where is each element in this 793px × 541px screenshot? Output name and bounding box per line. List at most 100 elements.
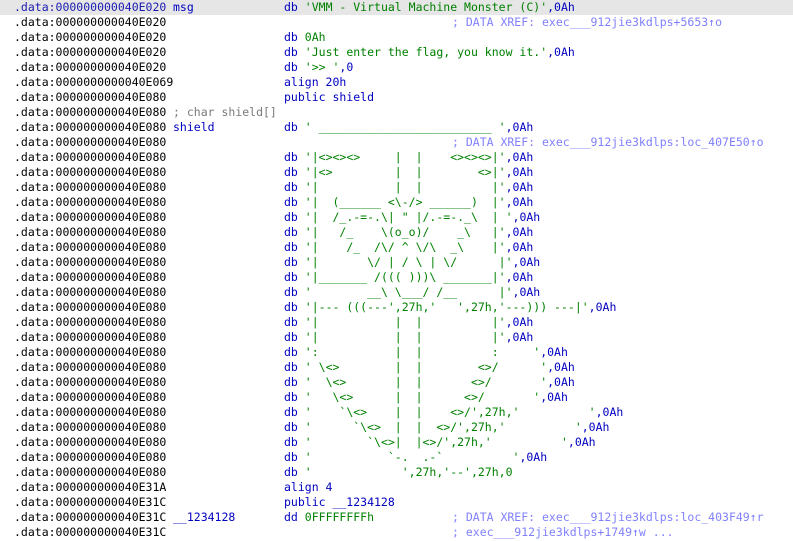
listing-row[interactable]: .data:000000000040E080 db ' `\<> | | <>/'… — [0, 405, 793, 420]
listing-row[interactable]: .data:000000000040E080 db '|<><><> | | <>… — [0, 150, 793, 165]
address[interactable]: .data:000000000040E080 — [14, 375, 166, 390]
instruction[interactable]: db ' \<> | | <>/ ',0Ah — [284, 375, 575, 390]
address[interactable]: .data:000000000040E080 — [14, 150, 166, 165]
instruction[interactable]: db 'Just enter the flag, you know it.',0… — [284, 45, 575, 60]
xref-comment[interactable]: ; DATA XREF: exec___912jie3kdlps:loc_407… — [452, 135, 764, 150]
listing-row[interactable]: .data:000000000040E080 db ' \<> | | <>/ '… — [0, 360, 793, 375]
listing-row[interactable]: .data:000000000040E080 db ' ',27h,'--',27… — [0, 465, 793, 480]
instruction[interactable]: align 20h — [284, 75, 346, 90]
address[interactable]: .data:000000000040E31C — [14, 495, 166, 510]
xref-comment[interactable]: ; exec___912jie3kdlps+1749↑w ... — [452, 525, 674, 540]
address[interactable]: .data:0000000000040E069 — [14, 75, 173, 90]
address[interactable]: .data:000000000040E31C — [14, 510, 166, 525]
instruction[interactable]: db '| | | |',0Ah — [284, 180, 533, 195]
listing-row[interactable]: .data:000000000040E020 db '>> ',0 — [0, 60, 793, 75]
address[interactable]: .data:000000000040E080 — [14, 120, 166, 135]
listing-row[interactable]: .data:000000000040E080 shield db ' _______… — [0, 120, 793, 135]
address[interactable]: .data:000000000040E020 — [14, 30, 166, 45]
listing-row[interactable]: .data:000000000040E31C ; exec___912jie3kd… — [0, 525, 793, 540]
listing-row[interactable]: .data:0000000000040E069 align 20h — [0, 75, 793, 90]
listing-row[interactable]: .data:000000000040E080 db '| | | |',0Ah — [0, 180, 793, 195]
address[interactable]: .data:000000000040E080 — [14, 420, 166, 435]
listing-row[interactable]: .data:000000000040E080 db '| | | |',0Ah — [0, 330, 793, 345]
listing-row[interactable]: .data:000000000040E080 public shield — [0, 90, 793, 105]
address[interactable]: .data:000000000040E080 — [14, 135, 166, 150]
instruction[interactable]: db ' \<> | | <>/ ',0Ah — [284, 360, 575, 375]
instruction[interactable]: db '| | | |',0Ah — [284, 315, 533, 330]
instruction[interactable]: db '|--- (((---',27h,' ',27h,'---))) ---… — [284, 300, 616, 315]
address[interactable]: .data:000000000040E080 — [14, 240, 166, 255]
instruction[interactable]: db ' _________________________ ',0Ah — [284, 120, 533, 135]
instruction[interactable]: db '>> ',0 — [284, 60, 353, 75]
listing-row[interactable]: .data:000000000040E080 db '| /_ /\/ ^ \/\… — [0, 240, 793, 255]
listing-row[interactable]: .data:000000000040E080 ; DATA XREF: exec_… — [0, 135, 793, 150]
address[interactable]: .data:000000000040E080 — [14, 195, 166, 210]
instruction[interactable]: public __1234128 — [284, 495, 395, 510]
listing-row[interactable]: .data:000000000040E020 ; DATA XREF: exec_… — [0, 15, 793, 30]
listing-row[interactable]: .data:000000000040E31C public __1234128 — [0, 495, 793, 510]
xref-comment[interactable]: ; DATA XREF: exec___912jie3kdlps:loc_403… — [452, 510, 764, 525]
listing-row[interactable]: .data:000000000040E080 db '|<> | | <>|',0… — [0, 165, 793, 180]
address[interactable]: .data:000000000040E080 — [14, 105, 166, 120]
listing-row[interactable]: .data:000000000040E080 db '| (______ <\-/… — [0, 195, 793, 210]
address[interactable]: .data:000000000040E080 — [14, 345, 166, 360]
instruction[interactable]: db ' ',27h,'--',27h,0 — [284, 465, 513, 480]
symbol-label[interactable]: msg — [173, 0, 194, 15]
address[interactable]: .data:000000000040E020 — [14, 15, 166, 30]
instruction[interactable]: db '| /_ \(o_o)/ _\ |',0Ah — [284, 225, 533, 240]
listing-row[interactable]: .data:000000000040E080 db '| /_.-=-.\| " … — [0, 210, 793, 225]
listing-row[interactable]: .data:000000000040E080 db ' `\<>| |<>/',2… — [0, 435, 793, 450]
listing-row[interactable]: .data:000000000040E080 db ' \<> | | <>/ '… — [0, 375, 793, 390]
listing-row[interactable]: .data:000000000040E080 db '| \/ | / \ | \… — [0, 255, 793, 270]
listing-row[interactable]: .data:000000000040E080 db ' \<> | | <>/ '… — [0, 390, 793, 405]
instruction[interactable]: db '| (______ <\-/> ______) |',0Ah — [284, 195, 533, 210]
instruction[interactable]: db ' __\ \___/ /__ |',0Ah — [284, 285, 540, 300]
listing-row[interactable]: .data:000000000040E080 db ' `-. .-` ',0Ah — [0, 450, 793, 465]
instruction[interactable]: align 4 — [284, 480, 332, 495]
listing-row[interactable]: .data:000000000040E080 db ' `\<> | | <>/'… — [0, 420, 793, 435]
address[interactable]: .data:000000000040E080 — [14, 255, 166, 270]
listing-row[interactable]: .data:000000000040E080 db '| | | |',0Ah — [0, 315, 793, 330]
address[interactable]: .data:000000000040E080 — [14, 165, 166, 180]
instruction[interactable]: db '| | | |',0Ah — [284, 330, 533, 345]
instruction[interactable]: db ': | | : ',0Ah — [284, 345, 568, 360]
address[interactable]: .data:000000000040E080 — [14, 210, 166, 225]
address[interactable]: .data:000000000040E080 — [14, 330, 166, 345]
address[interactable]: .data:000000000040E080 — [14, 90, 166, 105]
address[interactable]: .data:000000000040E080 — [14, 360, 166, 375]
listing-row[interactable]: .data:000000000040E31A align 4 — [0, 480, 793, 495]
listing-row[interactable]: .data:000000000040E020 db 0Ah — [0, 30, 793, 45]
address[interactable]: .data:000000000040E080 — [14, 405, 166, 420]
instruction[interactable]: db '|_______ /((( )))\ _______|',0Ah — [284, 270, 533, 285]
listing-row[interactable]: .data:000000000040E020 msg db 'VMM - Virtu… — [0, 0, 793, 15]
listing-row[interactable]: .data:000000000040E080 db '| /_ \(o_o)/ _… — [0, 225, 793, 240]
listing-row[interactable]: .data:000000000040E080 db ': | | : ',0Ah — [0, 345, 793, 360]
instruction[interactable]: db '| /_ /\/ ^ \/\ _\ |',0Ah — [284, 240, 533, 255]
address[interactable]: .data:000000000040E31C — [14, 525, 166, 540]
instruction[interactable]: db ' `-. .-` ',0Ah — [284, 450, 547, 465]
listing-row[interactable]: .data:000000000040E080 db '|_______ /((( … — [0, 270, 793, 285]
address[interactable]: .data:000000000040E020 — [14, 0, 166, 15]
instruction[interactable]: db ' `\<>| |<>/',27h,' ',0Ah — [284, 435, 596, 450]
instruction[interactable]: db ' `\<> | | <>/',27h,' ',0Ah — [284, 420, 609, 435]
disassembly-listing[interactable]: .data:000000000040E020 msg db 'VMM - Virtu… — [0, 0, 793, 541]
instruction[interactable]: dd 0FFFFFFFFh — [284, 510, 374, 525]
address[interactable]: .data:000000000040E080 — [14, 300, 166, 315]
address[interactable]: .data:000000000040E080 — [14, 225, 166, 240]
listing-row[interactable]: .data:000000000040E020 db 'Just enter the… — [0, 45, 793, 60]
address[interactable]: .data:000000000040E080 — [14, 315, 166, 330]
instruction[interactable]: db 0Ah — [284, 30, 326, 45]
address[interactable]: .data:000000000040E31A — [14, 480, 166, 495]
instruction[interactable]: db '| /_.-=-.\| " |/.-=-._\ | ',0Ah — [284, 210, 540, 225]
instruction[interactable]: db 'VMM - Virtual Machine Monster (C)',0… — [284, 0, 575, 15]
instruction[interactable]: db '|<><><> | | <><><>|',0Ah — [284, 150, 533, 165]
symbol-label[interactable]: __1234128 — [173, 510, 235, 525]
listing-row[interactable]: .data:000000000040E31C __1234128 dd 0FFFFF… — [0, 510, 793, 525]
address[interactable]: .data:000000000040E020 — [14, 45, 166, 60]
address[interactable]: .data:000000000040E080 — [14, 180, 166, 195]
xref-comment[interactable]: ; DATA XREF: exec___912jie3kdlps+5653↑o — [452, 15, 722, 30]
instruction[interactable]: db '| \/ | / \ | \/ |',0Ah — [284, 255, 540, 270]
instruction[interactable]: public shield — [284, 90, 374, 105]
symbol-label[interactable]: shield — [173, 120, 215, 135]
listing-row[interactable]: .data:000000000040E080 db ' __\ \___/ /__… — [0, 285, 793, 300]
